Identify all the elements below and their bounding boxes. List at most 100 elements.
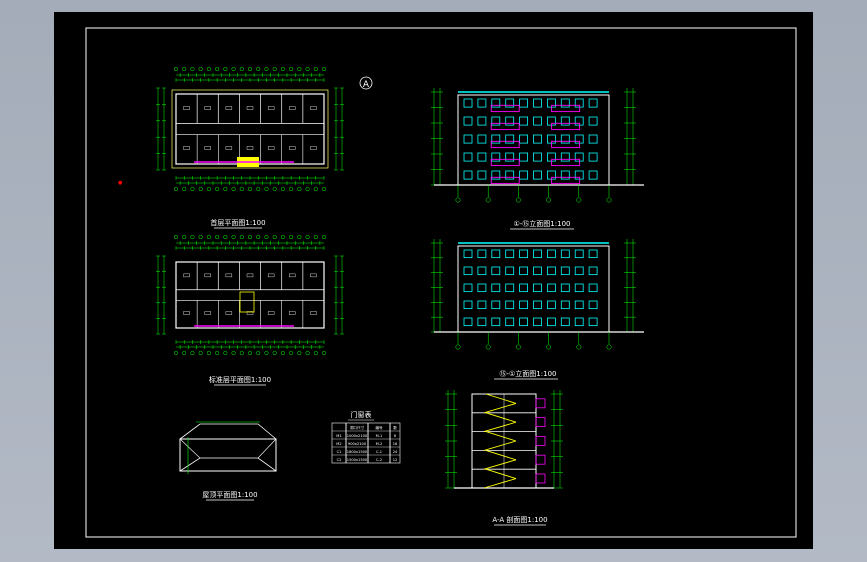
room-label: [267, 146, 275, 150]
grid-axis-bubble: [215, 66, 220, 72]
table-cell: M2: [336, 442, 341, 446]
grid-axis-bubble: [173, 186, 179, 192]
grid-axis-bubble: [297, 66, 302, 72]
grid-axis-bubble: [313, 234, 318, 240]
roof-plan-title: 屋顶平面图1:100: [202, 491, 257, 499]
elevation-window: [574, 249, 584, 259]
grid-axis-bubble: [297, 186, 302, 192]
elevation-window: [491, 152, 501, 162]
elevation-window: [463, 152, 473, 162]
grid-axis-bubble: [231, 234, 236, 240]
room-label: [267, 106, 275, 110]
elevation-window: [477, 170, 487, 180]
elevation-window: [477, 266, 487, 276]
grid-axis-bubble: [455, 197, 461, 203]
section-stair-flight: [485, 393, 517, 404]
room-label: [310, 146, 317, 150]
standard-floor-dimensions: [156, 234, 344, 356]
elevation-balcony: [490, 158, 520, 167]
elevation-window: [477, 300, 487, 310]
drawing-canvas[interactable]: A ● 首层平面图1:100 标准层平面图1:100 屋顶平面图1:100 门窗…: [54, 12, 813, 549]
roof-outline: [179, 438, 277, 472]
elevation-window: [491, 300, 501, 310]
grid-axis-bubble: [231, 186, 236, 192]
grid-axis-bubble: [198, 66, 203, 72]
sheet-border: [85, 27, 797, 538]
elevation-window: [491, 116, 501, 126]
grid-axis-bubble: [546, 344, 552, 350]
elevation-window: [588, 116, 598, 126]
elevation-window: [560, 98, 570, 108]
grid-axis-bubble: [215, 234, 220, 240]
grid-axis-bubble: [455, 344, 461, 350]
section-stair-flight: [483, 421, 517, 433]
standard-floor-outline: [175, 261, 325, 329]
table-cell: C2: [337, 458, 342, 462]
table-cell: 900x2100: [348, 442, 367, 446]
section-balcony: [535, 398, 546, 409]
room-label: [183, 106, 190, 110]
grid-axis-bubble: [280, 234, 285, 240]
south-elevation-axes: [455, 185, 612, 203]
section-stair-flight: [485, 431, 517, 442]
section-stair-flight: [485, 412, 517, 423]
elevation-window: [463, 317, 473, 327]
grid-axis-bubble: [272, 66, 277, 72]
ground-floor-rooms: [176, 94, 324, 164]
elevation-window: [560, 249, 570, 259]
room-label: [225, 311, 233, 315]
grid-axis-bubble: [239, 186, 244, 192]
elevation-window: [588, 266, 598, 276]
grid-axis-bubble: [239, 350, 244, 356]
grid-axis-bubble: [206, 350, 211, 356]
elevation-window: [477, 317, 487, 327]
table-cell: 1000x2100: [347, 434, 368, 438]
room-label: [267, 311, 275, 315]
north-elevation-axes: [455, 332, 612, 350]
grid-axis-bubble: [231, 350, 236, 356]
elevation-window: [574, 300, 584, 310]
room-label: [204, 146, 211, 150]
elevation-window: [533, 266, 542, 276]
grid-axis-bubble: [190, 234, 195, 240]
table-cell: M-1: [376, 434, 383, 438]
room-label: [246, 273, 254, 278]
grid-axis-bubble: [173, 350, 179, 356]
grid-axis-bubble: [515, 197, 521, 203]
ground-floor-outer-wall: [171, 89, 329, 169]
elevation-window: [505, 98, 515, 108]
elevation-window: [533, 134, 542, 144]
elevation-balcony: [490, 122, 520, 131]
section-balcony: [535, 417, 546, 428]
grid-axis-bubble: [297, 350, 302, 356]
elevation-window: [491, 266, 501, 276]
room-label: [310, 311, 317, 315]
room-label: [204, 106, 211, 110]
grid-axis-bubble: [305, 66, 310, 72]
north-elevation-title: ⑮-①立面图1:100: [500, 369, 557, 378]
elevation-window: [560, 116, 570, 126]
room-label: [183, 146, 190, 150]
grid-axis-bubble: [247, 66, 253, 72]
grid-axis-bubble: [321, 66, 327, 72]
standard-floor-plan-title: 标准层平面图1:100: [209, 375, 271, 384]
grid-axis-bubble: [313, 66, 318, 72]
elevation-window: [546, 266, 556, 276]
elevation-window: [560, 170, 570, 180]
grid-axis-bubble: [515, 344, 521, 350]
elevation-window: [491, 134, 501, 144]
grid-axis-bubble: [485, 197, 491, 203]
section-stair-flight: [483, 402, 517, 414]
elevation-window: [477, 116, 487, 126]
elevation-window: [588, 152, 598, 162]
elevation-window: [505, 266, 515, 276]
elevation-window: [519, 266, 529, 276]
elevation-window: [463, 116, 473, 126]
room-label: [246, 106, 254, 110]
elevation-window: [519, 98, 529, 108]
grid-axis-bubble: [264, 234, 269, 240]
elevation-window: [505, 152, 515, 162]
elevation-window: [533, 170, 542, 180]
elevation-balcony: [490, 176, 520, 185]
elevation-window: [491, 249, 501, 259]
